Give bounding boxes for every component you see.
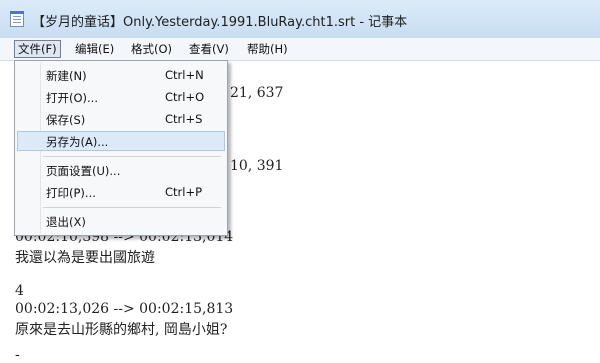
menu-bar: 文件(F) 编辑(E) 格式(O) 查看(V) 帮助(H): [0, 38, 600, 61]
menu-item-page-setup[interactable]: 页面设置(U)...: [17, 160, 225, 180]
menu-item-open[interactable]: 打开(O)... Ctrl+O: [17, 87, 225, 107]
menu-item-new[interactable]: 新建(N) Ctrl+N: [17, 65, 225, 85]
window-title: 【岁月的童话】Only.Yesterday.1991.BluRay.cht1.s…: [32, 15, 408, 30]
menu-item-label: 页面设置(U)...: [46, 164, 121, 178]
menu-item-shortcut: Ctrl+P: [165, 185, 203, 199]
text-line: -: [15, 347, 20, 363]
menu-item-save[interactable]: 保存(S) Ctrl+S: [17, 109, 225, 129]
menu-separator: [43, 156, 221, 157]
menu-item-label: 退出(X): [46, 215, 86, 229]
menu-view[interactable]: 查看(V): [186, 41, 232, 57]
menu-format[interactable]: 格式(O): [128, 41, 175, 57]
menu-item-exit[interactable]: 退出(X): [17, 211, 225, 231]
text-line: 我還以為是要出國旅遊: [15, 250, 155, 266]
menu-item-label: 打印(P)...: [46, 186, 96, 200]
menu-help[interactable]: 帮助(H): [244, 41, 291, 57]
menu-separator: [43, 207, 221, 208]
text-line: 4: [15, 283, 24, 299]
notepad-icon: [10, 11, 24, 27]
text-line-partial: 21, 637: [230, 85, 284, 101]
menu-edit[interactable]: 编辑(E): [72, 41, 117, 57]
menu-file[interactable]: 文件(F): [14, 40, 61, 58]
file-menu-dropdown: 新建(N) Ctrl+N 打开(O)... Ctrl+O 保存(S) Ctrl+…: [14, 60, 228, 236]
menu-item-shortcut: Ctrl+S: [165, 112, 203, 126]
menu-item-label: 另存为(A)...: [46, 135, 109, 149]
text-line-partial: 10, 391: [230, 158, 284, 174]
menu-item-shortcut: Ctrl+O: [165, 90, 205, 104]
text-line: 00:02:13,026 --> 00:02:15,813: [15, 301, 234, 317]
menu-item-save-as[interactable]: 另存为(A)...: [17, 131, 225, 151]
menu-item-label: 保存(S): [46, 113, 86, 127]
menu-item-print[interactable]: 打印(P)... Ctrl+P: [17, 182, 225, 202]
menu-item-label: 打开(O)...: [46, 91, 98, 105]
title-bar: 【岁月的童话】Only.Yesterday.1991.BluRay.cht1.s…: [0, 0, 600, 39]
menu-item-shortcut: Ctrl+N: [165, 68, 204, 82]
menu-item-label: 新建(N): [46, 69, 87, 83]
text-line: 原來是去山形縣的鄉村, 岡島小姐?: [15, 322, 228, 338]
